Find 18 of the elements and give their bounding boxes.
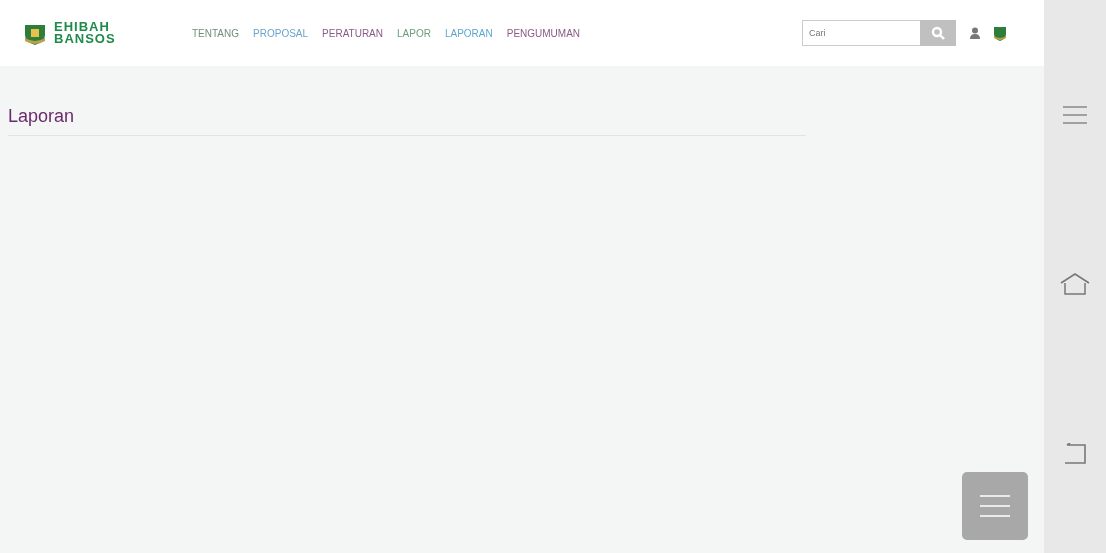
nav-link[interactable]: PERATURAN bbox=[322, 27, 383, 39]
logo-text: EHIBAH bbox=[54, 21, 111, 33]
nav-link[interactable]: LAPORAN bbox=[444, 27, 493, 39]
nav-link[interactable]: LAPOR bbox=[397, 27, 431, 39]
search-button[interactable] bbox=[920, 20, 956, 46]
search-field[interactable]: Cari bbox=[802, 20, 920, 46]
user-icon[interactable] bbox=[970, 27, 980, 39]
logo-text: BANSOS bbox=[54, 33, 116, 45]
shield-logo-icon bbox=[994, 25, 1006, 41]
search-icon bbox=[931, 26, 945, 40]
menu-icon[interactable] bbox=[1062, 105, 1088, 125]
page-title: Laporan bbox=[8, 106, 806, 136]
nav-link[interactable]: PENGUMUMAN bbox=[506, 27, 581, 39]
menu-button[interactable] bbox=[962, 472, 1028, 540]
home-icon[interactable] bbox=[1060, 272, 1090, 296]
nav-link[interactable]: PROPOSAL bbox=[253, 27, 309, 39]
nav-link[interactable]: TENTANG bbox=[192, 27, 240, 39]
back-icon[interactable] bbox=[1063, 443, 1087, 465]
